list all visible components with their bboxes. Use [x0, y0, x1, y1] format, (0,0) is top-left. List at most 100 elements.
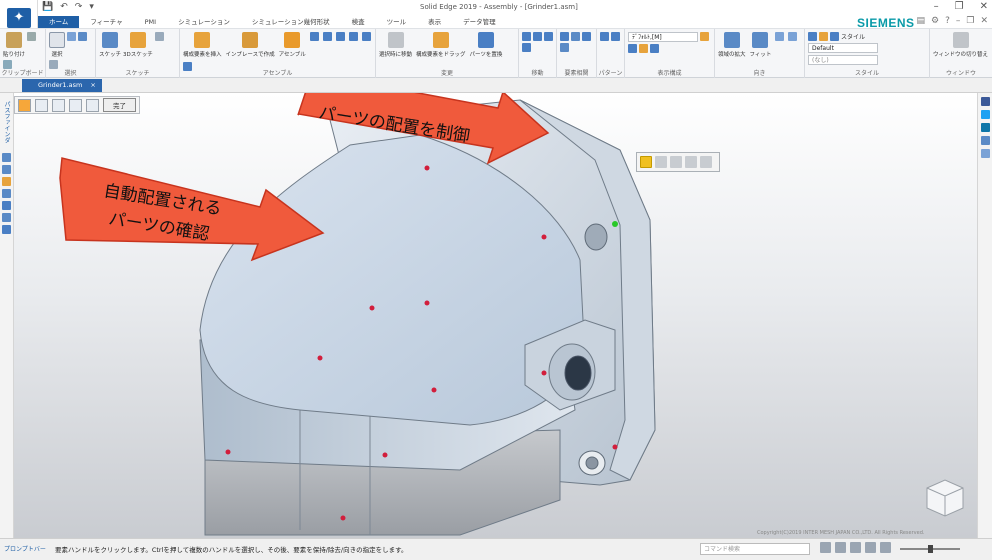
minimize-button[interactable]: –: [934, 1, 939, 12]
flip-icon[interactable]: [670, 156, 682, 168]
tab-inspect[interactable]: 検査: [341, 16, 376, 28]
style-dropdown[interactable]: Default: [808, 43, 878, 53]
tab-features[interactable]: フィーチャ: [79, 16, 133, 28]
zoom-area-button[interactable]: 領域の拡大: [718, 32, 746, 58]
twitter-icon[interactable]: [981, 110, 990, 119]
save-icon[interactable]: 💾: [42, 2, 53, 12]
assemble-button[interactable]: アセンブル: [279, 32, 306, 58]
dock-tool-icon[interactable]: [2, 153, 11, 162]
marker-dot: [225, 449, 231, 455]
window-controls: – ❐ ✕: [934, 1, 988, 12]
pathfinder-label[interactable]: パスファインダ: [2, 101, 11, 143]
prompt-text: 要素ハンドルをクリックします。Ctrlを押して複数のハンドルを選択し、その後、要…: [55, 546, 408, 554]
insert-component-button[interactable]: 構成要素を挿入: [183, 32, 222, 58]
group-window: ウィンドウの切り替え ウィンドウ: [930, 29, 992, 79]
marker-dot: [424, 300, 430, 306]
tab-simulation-geometry[interactable]: シミュレーション幾何形状: [241, 16, 341, 28]
dock-tool-icon[interactable]: [2, 201, 11, 210]
customize-qat-icon[interactable]: ▾: [89, 2, 94, 12]
tab-simulation[interactable]: シミュレーション: [167, 16, 241, 28]
dock-tool-icon[interactable]: [2, 189, 11, 198]
dock-tool-icon[interactable]: [2, 177, 11, 186]
help-question-icon[interactable]: ?: [945, 16, 950, 26]
dock-tool-icon[interactable]: [2, 225, 11, 234]
community-icon[interactable]: [981, 136, 990, 145]
quick-access-toolbar: 💾 ↶ ↷ ▾: [42, 2, 94, 12]
right-dock: [977, 93, 992, 538]
move-on-select-button[interactable]: 選択時に移動: [379, 32, 412, 58]
align-icon[interactable]: [685, 156, 697, 168]
dock-tool-icon[interactable]: [2, 165, 11, 174]
finish-button[interactable]: 完了: [103, 98, 136, 112]
window-min-icon[interactable]: –: [956, 16, 961, 26]
redo-icon[interactable]: ↷: [75, 2, 83, 12]
status-icon[interactable]: [850, 542, 861, 553]
settings-icon[interactable]: ⚙: [931, 16, 939, 26]
tab-data-management[interactable]: データ管理: [452, 16, 507, 28]
group-display-config: ﾃﾞﾌｫﾙﾄ,[M] 表示構成: [625, 29, 715, 79]
zoom-slider[interactable]: [900, 545, 960, 553]
switch-window-icon: [952, 32, 969, 48]
3d-sketch-icon: [129, 32, 146, 48]
marker-dot: [541, 370, 547, 376]
switch-window-button[interactable]: ウィンドウの切り替え: [933, 32, 988, 58]
fit-icon: [752, 32, 769, 48]
create-in-place-button[interactable]: インプレースで作成: [226, 32, 275, 58]
prompt-bar-label: プロンプトバー: [4, 546, 46, 553]
zoom-slider-thumb[interactable]: [928, 545, 933, 553]
mate-icon[interactable]: [700, 156, 712, 168]
replace-part-button[interactable]: パーツを置換: [470, 32, 502, 58]
status-icon[interactable]: [880, 542, 891, 553]
pathfinder-toggle-icon[interactable]: [18, 98, 31, 112]
rotate-icon[interactable]: [655, 156, 667, 168]
display-config-dropdown[interactable]: ﾃﾞﾌｫﾙﾄ,[M]: [628, 32, 698, 42]
flip-icon[interactable]: [69, 98, 82, 112]
tab-view[interactable]: 表示: [417, 16, 452, 28]
reposition-icon[interactable]: [86, 98, 99, 112]
placement-handle-icon[interactable]: [640, 156, 652, 168]
undo-icon[interactable]: ↶: [60, 2, 68, 12]
relationship-icon[interactable]: [52, 98, 65, 112]
tab-home[interactable]: ホーム: [38, 16, 80, 28]
paste-button[interactable]: 貼り付け: [3, 32, 25, 58]
solid-edge-window: 💾 ↶ ↷ ▾ Solid Edge 2019 - Assembly - [Gr…: [0, 0, 992, 560]
paste-icon: [6, 32, 22, 48]
command-bar: 完了: [14, 96, 140, 114]
tab-tools[interactable]: ツール: [376, 16, 418, 28]
zoom-area-icon: [723, 32, 740, 48]
title-bar: 💾 ↶ ↷ ▾ Solid Edge 2019 - Assembly - [Gr…: [0, 0, 992, 16]
3d-sketch-button[interactable]: 3Dスケッチ: [123, 32, 153, 58]
options-icon[interactable]: [35, 98, 48, 112]
group-orient: 領域の拡大 フィット 向き: [715, 29, 805, 79]
dock-tool-icon[interactable]: [2, 213, 11, 222]
left-dock: パスファインダ: [0, 93, 14, 538]
graphics-window[interactable]: パーツの配置を制御 自動配置される パーツの確認: [14, 93, 977, 538]
drag-component-button[interactable]: 構成要素をドラッグ: [416, 32, 466, 58]
select-button[interactable]: 選択: [49, 32, 65, 58]
linkedin-icon[interactable]: [981, 123, 990, 132]
help-icon[interactable]: ▤: [917, 16, 926, 26]
style-dropdown-2[interactable]: (なし): [808, 55, 878, 65]
style-label: スタイル: [841, 34, 866, 41]
assembly-model: パーツの配置を制御 自動配置される パーツの確認: [59, 93, 964, 536]
status-icon[interactable]: [835, 542, 846, 553]
maximize-button[interactable]: ❐: [955, 1, 964, 12]
close-button[interactable]: ✕: [980, 1, 988, 12]
replace-part-icon: [477, 32, 494, 48]
fit-button[interactable]: フィット: [750, 32, 771, 58]
library-icon[interactable]: [981, 149, 990, 158]
status-icon[interactable]: [865, 542, 876, 553]
status-icon[interactable]: [820, 542, 831, 553]
document-tab-grinder1[interactable]: Grinder1.asm ×: [22, 79, 102, 92]
view-cube[interactable]: [926, 479, 964, 517]
marker-dot: [431, 387, 437, 393]
group-sketch: スケッチ 3Dスケッチ スケッチ: [96, 29, 180, 79]
facebook-icon[interactable]: [981, 97, 990, 106]
tab-pmi[interactable]: PMI: [134, 16, 167, 28]
sketch-button[interactable]: スケッチ: [99, 32, 121, 58]
close-tab-icon[interactable]: ×: [90, 81, 95, 89]
quicksheet-toolbar: [636, 152, 720, 172]
command-search-input[interactable]: コマンド検索: [700, 543, 810, 555]
window-restore-icon[interactable]: ❐: [966, 16, 974, 26]
window-close-icon[interactable]: ✕: [980, 16, 988, 26]
